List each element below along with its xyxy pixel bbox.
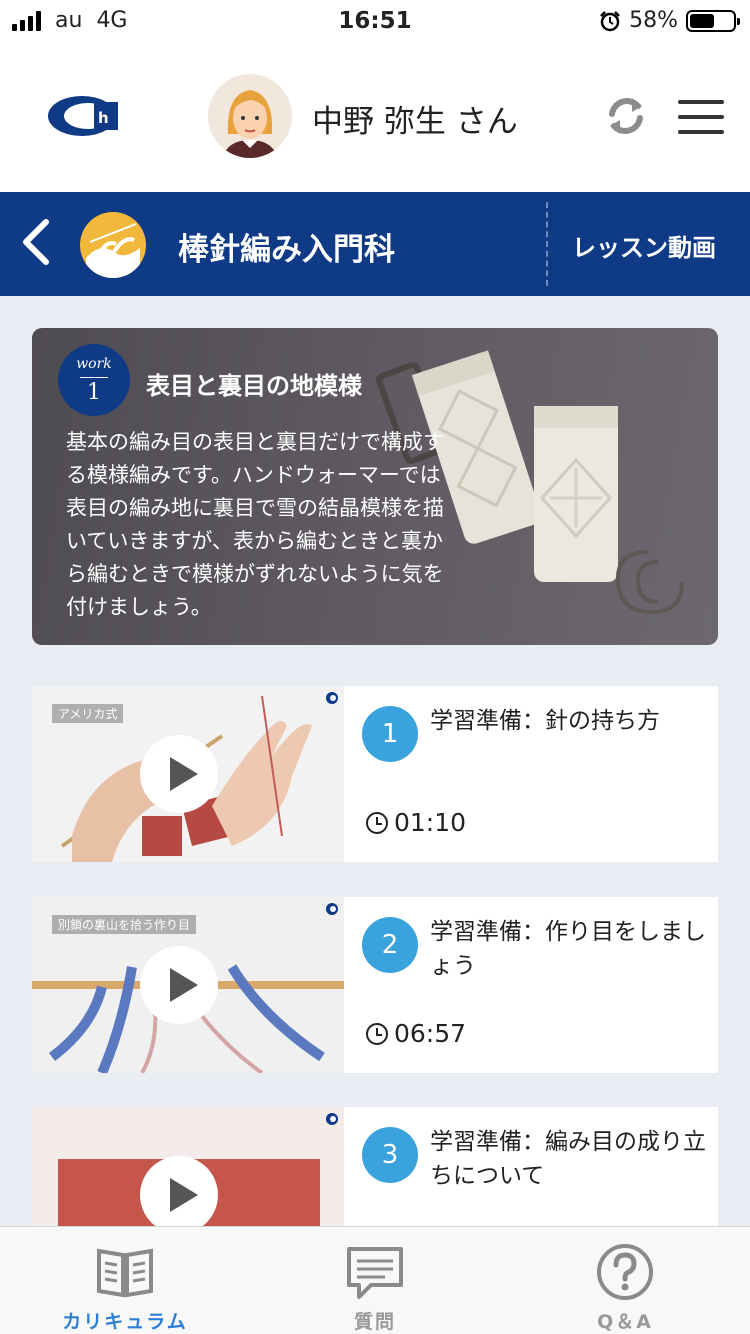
- work-title: 表目と裏目の地模様: [146, 372, 362, 400]
- divider: [546, 202, 548, 286]
- video-thumbnail[interactable]: アメリカ式: [32, 686, 344, 862]
- battery-percent: 58%: [629, 8, 678, 33]
- lesson-item[interactable]: 別鎖の裏山を拾う作り目 2 学習準備：作り目をしましょう 06:57: [32, 897, 718, 1073]
- thumbnail-caption: アメリカ式: [52, 704, 124, 723]
- tab-questions[interactable]: 質問: [250, 1227, 500, 1334]
- play-icon[interactable]: [140, 1156, 218, 1234]
- play-icon[interactable]: [140, 735, 218, 813]
- question-icon: [597, 1244, 653, 1300]
- clock-icon: [366, 811, 388, 834]
- lesson-item[interactable]: アメリカ式 1 学習準備：針の持ち方 01:10: [32, 686, 718, 862]
- status-bar: au 4G 16:51 58%: [0, 0, 750, 42]
- work-badge: work 1: [58, 344, 130, 416]
- course-title: 棒針編み入門科: [178, 232, 395, 268]
- alarm-icon: [600, 10, 620, 31]
- lesson-title[interactable]: 学習準備：編み目の成り立ちについて: [430, 1125, 706, 1193]
- battery-icon: [686, 9, 740, 32]
- lesson-duration: 06:57: [366, 1019, 466, 1048]
- brand-logo: h: [48, 96, 118, 136]
- clock-icon: [366, 1022, 388, 1045]
- lesson-duration: 01:10: [366, 808, 466, 837]
- svg-text:h: h: [98, 109, 109, 127]
- video-thumbnail[interactable]: 別鎖の裏山を拾う作り目: [32, 897, 344, 1073]
- user-name: 中野 弥生 さん: [312, 104, 518, 140]
- work-description: 基本の編み目の表目と裏目だけで構成する模様編みです。ハンドウォーマーでは表目の編…: [66, 430, 444, 619]
- lesson-title[interactable]: 学習準備：針の持ち方: [430, 704, 706, 738]
- thumbnail-caption: 別鎖の裏山を拾う作り目: [52, 915, 197, 934]
- lesson-video-link[interactable]: レッスン動画: [572, 228, 716, 263]
- lesson-number: 1: [362, 706, 418, 762]
- app-header: h 中野 弥生 さん: [0, 42, 750, 192]
- chat-icon: [347, 1247, 403, 1299]
- tab-bar: カリキュラム 質問 Q＆A: [0, 1226, 750, 1334]
- tab-label: Q＆A: [597, 1311, 653, 1333]
- avatar[interactable]: [208, 74, 292, 158]
- lesson-number: 3: [362, 1127, 418, 1183]
- work-card: work 1 表目と裏目の地模様 基本の編み目の表目と裏目だけで構成する模様編み…: [32, 328, 718, 645]
- refresh-icon[interactable]: [604, 94, 648, 138]
- course-icon: [80, 212, 146, 278]
- tab-label: カリキュラム: [62, 1311, 188, 1333]
- hamburger-menu-icon[interactable]: [678, 100, 724, 134]
- course-header: 棒針編み入門科 レッスン動画: [0, 192, 750, 296]
- play-icon[interactable]: [140, 946, 218, 1024]
- tab-curriculum[interactable]: カリキュラム: [0, 1227, 250, 1334]
- lesson-title[interactable]: 学習準備：作り目をしましょう: [430, 915, 706, 983]
- tab-qa[interactable]: Q＆A: [500, 1227, 750, 1334]
- tab-label: 質問: [353, 1311, 396, 1333]
- lesson-number: 2: [362, 917, 418, 973]
- book-icon: [97, 1248, 153, 1298]
- back-chevron-icon[interactable]: [18, 216, 54, 268]
